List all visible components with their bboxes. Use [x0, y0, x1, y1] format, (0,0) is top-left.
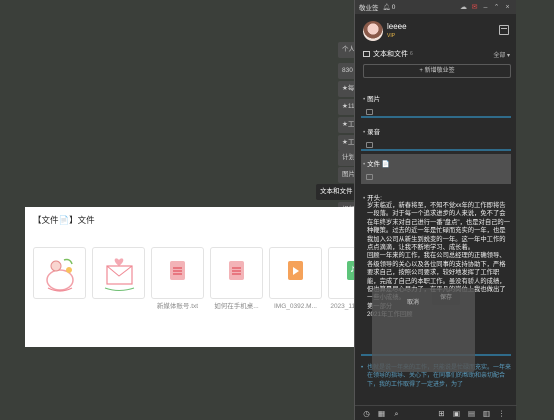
- love-letter-icon: [104, 258, 135, 291]
- more-icon[interactable]: ⋮: [496, 409, 507, 418]
- add-icon[interactable]: ⊞: [436, 409, 447, 418]
- minimize-icon[interactable]: –: [481, 4, 490, 11]
- collapse-icon[interactable]: ⌃: [492, 3, 501, 11]
- note-title: 文件 📄: [361, 158, 511, 168]
- note-list-icon: [363, 51, 370, 57]
- cancel-button[interactable]: 取消: [407, 297, 419, 306]
- filter-dropdown[interactable]: 全部 ▾: [493, 50, 510, 59]
- image-icon: [366, 142, 373, 148]
- message-icon[interactable]: ✉: [470, 3, 479, 11]
- file-name: 如何在手机桌...: [214, 303, 259, 310]
- title-bar: 敬业签 🔔︎ 0 ☁ ✉ – ⌃ ×: [355, 0, 516, 14]
- username: leeee: [387, 22, 407, 31]
- file-thumb-video[interactable]: IMG_0392.M...: [269, 247, 322, 310]
- image-icon: [366, 174, 373, 180]
- cloud-icon[interactable]: ☁: [459, 3, 468, 11]
- file-thumb-image[interactable]: [92, 247, 145, 299]
- vip-badge: VIP: [387, 33, 396, 39]
- clock-icon[interactable]: ◷: [361, 409, 372, 418]
- notification-count: 0: [391, 3, 396, 11]
- image-icon: [366, 109, 373, 115]
- divider: [361, 149, 511, 151]
- calendar-icon[interactable]: [499, 25, 509, 35]
- divider: [361, 116, 511, 118]
- file-name: IMG_0392.M...: [274, 303, 317, 310]
- section-title: 文本和文件: [373, 51, 408, 58]
- avatar[interactable]: [363, 21, 383, 41]
- search-icon[interactable]: ⌕: [391, 409, 402, 418]
- file-thumb-doc[interactable]: 如何在手机桌...: [210, 247, 263, 310]
- layout-icon[interactable]: ▤: [466, 409, 477, 418]
- add-note-button[interactable]: + 新增敬业签: [363, 64, 511, 78]
- note-item[interactable]: 图片: [361, 93, 511, 115]
- note-item-hovered[interactable]: 文件 📄: [361, 154, 511, 184]
- note-title: 开头:: [361, 192, 511, 202]
- bell-icon[interactable]: 🔔︎: [383, 3, 391, 11]
- app-title: 敬业签: [359, 5, 379, 12]
- note-item[interactable]: 录音: [361, 126, 511, 148]
- file-name: 新媒体账号.txt: [156, 303, 199, 310]
- note-title: 录音: [361, 126, 511, 136]
- document-icon: [170, 261, 185, 280]
- file-list: 新媒体账号.txt 如何在手机桌... IMG_0392.M... 2023_1…: [33, 247, 381, 310]
- file-thumb-sticker[interactable]: [33, 247, 86, 299]
- close-icon[interactable]: ×: [503, 4, 512, 11]
- profile-section: leeee VIP: [355, 14, 516, 48]
- calendar-icon[interactable]: ▦: [376, 409, 387, 418]
- lock-icon[interactable]: ▣: [451, 409, 462, 418]
- document-icon: [229, 261, 244, 280]
- window-icon[interactable]: ▥: [481, 409, 492, 418]
- video-file-icon: [288, 261, 303, 280]
- file-card-title: 【文件📄】文件: [33, 215, 95, 225]
- section-count: 6: [410, 51, 413, 57]
- bottom-toolbar: ◷ ▦ ⌕ ⊞ ▣ ▤ ▥ ⋮: [355, 405, 517, 420]
- cat-sticker-icon: [46, 258, 74, 292]
- note-title: 图片: [361, 93, 511, 103]
- file-note-card: 【文件📄】文件 新媒体账号.txt 如何在手机桌... IMG_0392.M..…: [25, 207, 387, 347]
- save-button[interactable]: 保存: [432, 292, 460, 305]
- file-thumb-txt[interactable]: 新媒体账号.txt: [151, 247, 204, 310]
- section-header: 文本和文件 6 全部 ▾: [363, 49, 510, 59]
